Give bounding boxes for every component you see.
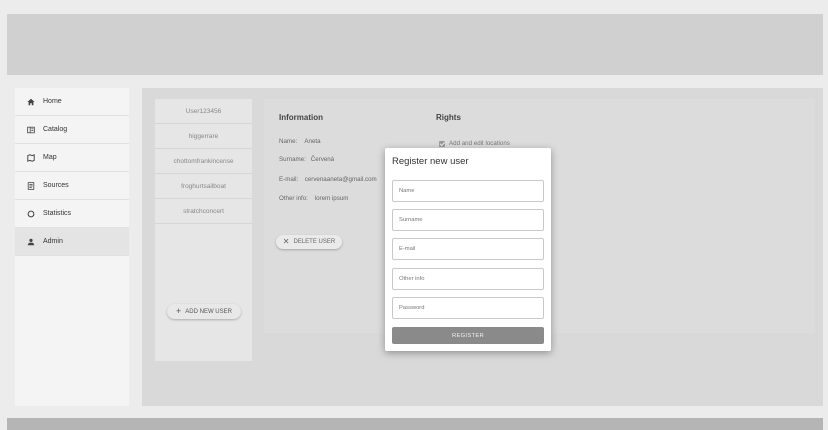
surname-label: Surname:	[279, 156, 306, 163]
sidebar-item-catalog[interactable]: Catalog	[15, 116, 129, 144]
right-item-label: Add and edit locations	[449, 140, 510, 147]
catalog-icon	[26, 126, 36, 134]
password-field[interactable]	[392, 297, 544, 319]
user-list-item[interactable]: froghurtsailboat	[155, 174, 252, 199]
email-field[interactable]	[392, 238, 544, 260]
plus-icon: +	[176, 306, 182, 316]
user-list-item[interactable]: stratchconcert	[155, 199, 252, 224]
name-value: Aneta	[304, 138, 321, 145]
name-field[interactable]	[392, 180, 544, 202]
sidebar: Home Catalog Map Sources Statistics Admi…	[15, 88, 129, 406]
sidebar-item-label: Statistics	[43, 210, 72, 217]
top-header-bar	[7, 14, 823, 75]
user-list-item[interactable]: higgerrare	[155, 124, 252, 149]
user-list-item[interactable]: User123456	[155, 99, 252, 124]
sidebar-item-sources[interactable]: Sources	[15, 172, 129, 200]
surname-row: Surname: Červená	[279, 156, 334, 163]
sidebar-item-admin[interactable]: Admin	[15, 228, 129, 256]
sidebar-item-map[interactable]: Map	[15, 144, 129, 172]
email-value: cervenaaneta@gmail.com	[304, 176, 377, 183]
surname-field[interactable]	[392, 209, 544, 231]
right-item[interactable]: Add and edit locations	[439, 140, 510, 147]
email-label: E-mail:	[279, 176, 299, 183]
register-button[interactable]: REGISTER	[392, 327, 544, 344]
name-label: Name:	[279, 138, 298, 145]
sidebar-item-label: Home	[43, 98, 62, 105]
add-new-user-button[interactable]: + ADD NEW USER	[167, 304, 241, 319]
other-info-field[interactable]	[392, 268, 544, 290]
other-info-row: Other info: lorem ipsum	[279, 195, 348, 202]
sidebar-item-label: Map	[43, 154, 57, 161]
other-info-label: Other info:	[279, 195, 308, 202]
delete-user-label: DELETE USER	[293, 239, 336, 245]
name-row: Name: Aneta	[279, 138, 321, 145]
sidebar-item-statistics[interactable]: Statistics	[15, 200, 129, 228]
user-list-item[interactable]: chottomfrankincense	[155, 149, 252, 174]
statistics-icon	[26, 210, 36, 218]
checkbox-checked-icon[interactable]	[439, 140, 445, 147]
sidebar-item-label: Catalog	[43, 126, 68, 133]
dialog-title: Register new user	[392, 156, 469, 167]
other-info-value: lorem ipsum	[314, 195, 349, 202]
admin-icon	[26, 238, 36, 246]
footer-bar	[7, 418, 823, 430]
sidebar-item-label: Sources	[43, 182, 69, 189]
information-title: Information	[279, 113, 323, 122]
rights-title: Rights	[436, 113, 461, 122]
sidebar-item-home[interactable]: Home	[15, 88, 129, 116]
user-list: User123456 higgerrare chottomfrankincens…	[155, 99, 252, 361]
delete-user-button[interactable]: ✕ DELETE USER	[276, 235, 342, 249]
email-row: E-mail: cervenaaneta@gmail.com	[279, 176, 377, 183]
surname-value: Červená	[310, 156, 335, 163]
add-new-user-label: ADD NEW USER	[185, 308, 232, 315]
close-icon: ✕	[282, 237, 290, 246]
register-user-dialog: Register new user REGISTER	[385, 148, 551, 351]
sources-icon	[26, 181, 36, 190]
sidebar-item-label: Admin	[43, 238, 63, 245]
home-icon	[26, 98, 36, 106]
map-icon	[26, 153, 36, 162]
